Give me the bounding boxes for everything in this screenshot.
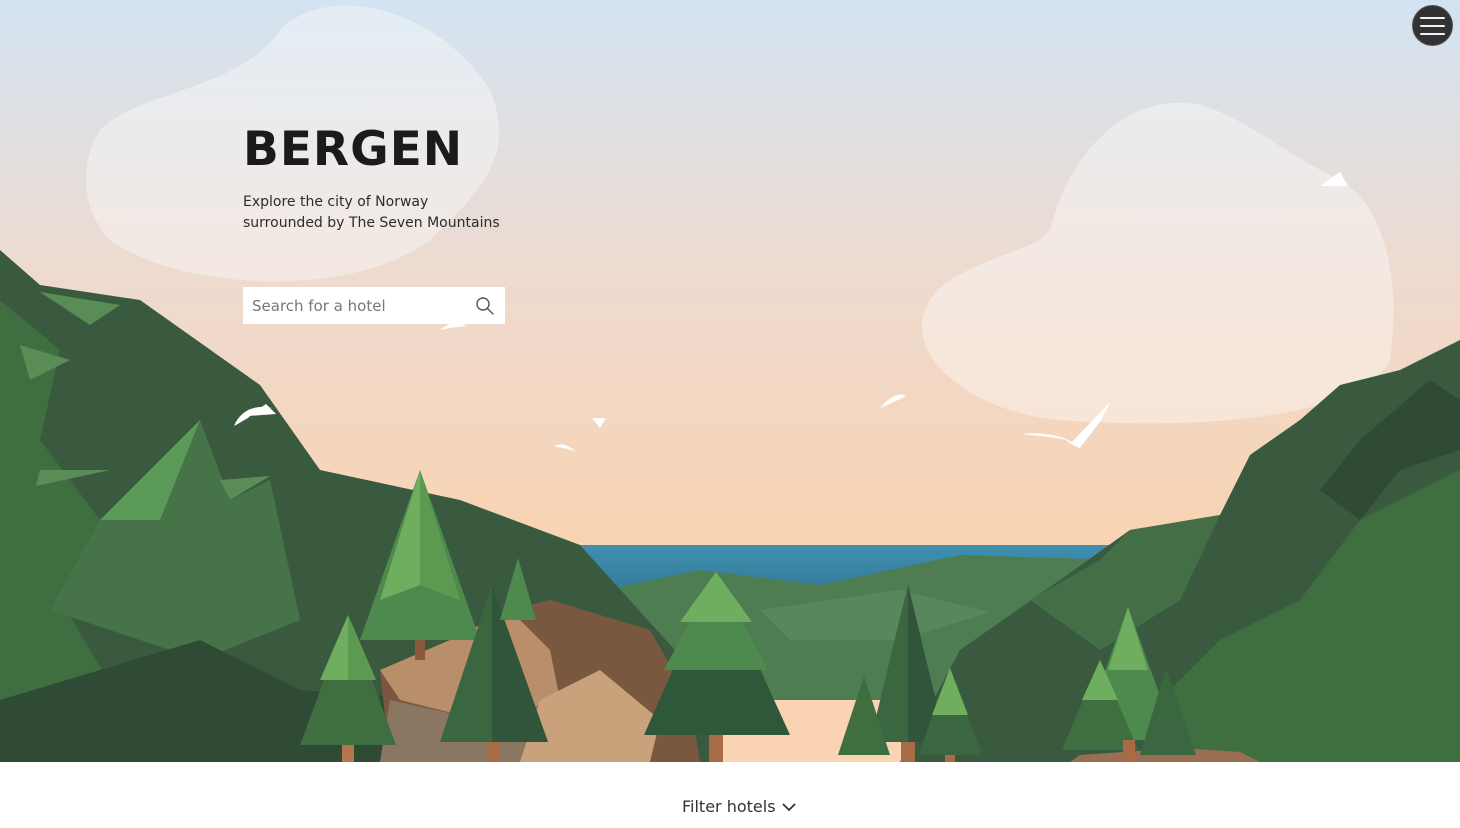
hamburger-menu-icon[interactable] bbox=[1412, 5, 1453, 46]
hero-subtitle: Explore the city of Norway surrounded by… bbox=[243, 194, 500, 231]
filter-bar bbox=[0, 762, 1460, 828]
menu-line bbox=[1420, 16, 1445, 19]
hero-section: BERGEN Explore the city of Norway surrou… bbox=[0, 0, 1460, 762]
page-title: BERGEN bbox=[243, 122, 464, 177]
landscape-illustration bbox=[0, 0, 1460, 762]
menu-line bbox=[1420, 32, 1445, 35]
hotel-search-box bbox=[243, 287, 505, 324]
search-icon[interactable] bbox=[475, 296, 495, 316]
filter-hotels-label: Filter hotels bbox=[682, 797, 776, 816]
menu-line bbox=[1420, 24, 1445, 27]
chevron-down-icon bbox=[781, 802, 796, 811]
filter-hotels-button[interactable]: Filter hotels bbox=[682, 797, 796, 816]
hotel-search-input[interactable] bbox=[243, 287, 475, 324]
